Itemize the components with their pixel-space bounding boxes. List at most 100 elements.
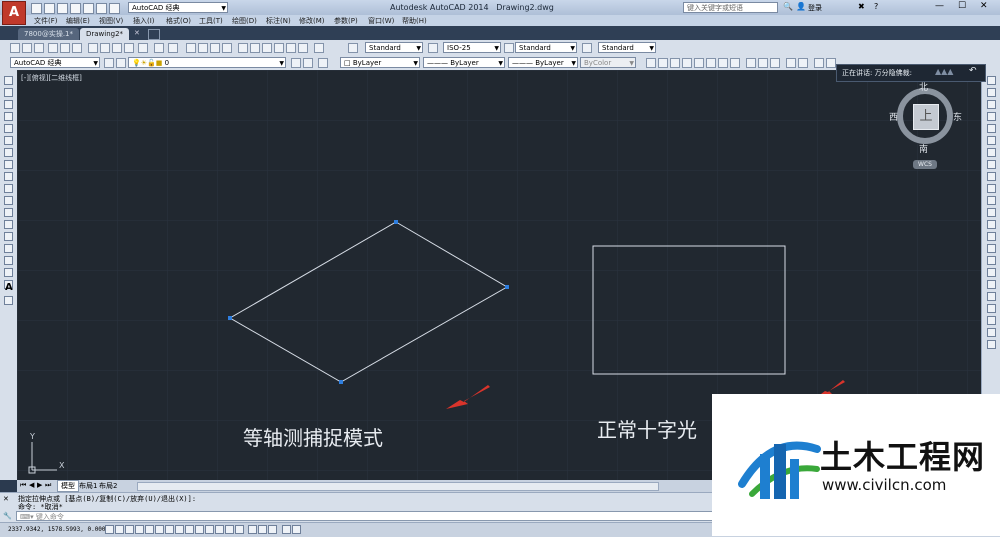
ellipse-arc-icon[interactable] — [4, 196, 13, 205]
copy-object-icon[interactable] — [987, 88, 996, 97]
trim-icon[interactable] — [987, 184, 996, 193]
draw-order-icon[interactable] — [987, 292, 996, 301]
dim-space-icon[interactable] — [786, 58, 796, 68]
layer-state-icon[interactable] — [318, 58, 328, 68]
save-icon[interactable] — [34, 43, 44, 53]
minimize-button[interactable]: — — [935, 1, 944, 11]
open-icon[interactable] — [22, 43, 32, 53]
properties-icon[interactable] — [238, 43, 248, 53]
spline-icon[interactable] — [4, 172, 13, 181]
explode-icon[interactable] — [987, 280, 996, 289]
viewport-controls[interactable]: [-][俯视][二维线框] — [21, 73, 82, 83]
mleader-style-select[interactable]: Standard ▼ — [598, 42, 656, 53]
add-selected-icon[interactable] — [4, 296, 13, 305]
gradient-icon[interactable] — [4, 256, 13, 265]
linetype-select[interactable]: ——— ByLayer ▼ — [423, 57, 505, 68]
print-icon[interactable] — [48, 43, 58, 53]
doc-tab-1[interactable]: 7800@实操.1* — [18, 28, 79, 40]
lineweight-toggle-icon[interactable] — [205, 525, 214, 534]
angular-dim-icon[interactable] — [730, 58, 740, 68]
new-icon[interactable] — [10, 43, 20, 53]
jogged-dim-icon[interactable] — [706, 58, 716, 68]
model-space-icon[interactable] — [248, 525, 257, 534]
tab-layout1[interactable]: 布局1 — [79, 481, 97, 491]
close-tab-icon[interactable]: ✕ — [134, 29, 140, 37]
block-editor-icon[interactable] — [138, 43, 148, 53]
save-icon[interactable] — [57, 3, 68, 14]
redo-icon[interactable] — [168, 43, 178, 53]
diameter-dim-icon[interactable] — [718, 58, 728, 68]
compass-south[interactable]: 南 — [919, 142, 928, 155]
compass-west[interactable]: 西 — [889, 110, 898, 123]
tab-nav-prev-icon[interactable]: ◀ — [29, 481, 34, 489]
dynamic-input-icon[interactable] — [195, 525, 204, 534]
hatch-icon[interactable] — [4, 244, 13, 253]
layer-properties-icon[interactable] — [116, 58, 126, 68]
insert-block-icon[interactable] — [4, 208, 13, 217]
aligned-dim-icon[interactable] — [658, 58, 668, 68]
redo-icon[interactable] — [109, 3, 120, 14]
back-icon[interactable]: ↶ — [969, 66, 977, 76]
help-icon[interactable] — [314, 43, 324, 53]
object-snap-tracking-icon[interactable] — [175, 525, 184, 534]
menu-format[interactable]: 格式(O) — [166, 16, 191, 26]
search-icon[interactable]: 🔍 — [783, 2, 793, 11]
chamfer-icon[interactable] — [987, 244, 996, 253]
extend-icon[interactable] — [987, 196, 996, 205]
circle-icon[interactable] — [4, 148, 13, 157]
cut-icon[interactable] — [88, 43, 98, 53]
menu-parametric[interactable]: 参数(P) — [334, 16, 358, 26]
command-close-icon[interactable]: ✕ — [3, 495, 9, 503]
move-icon[interactable] — [987, 136, 996, 145]
table-style-icon[interactable] — [504, 43, 514, 53]
fillet-icon[interactable] — [987, 256, 996, 265]
offset-icon[interactable] — [987, 112, 996, 121]
workspace-switcher[interactable]: AutoCAD 经典 ▼ — [128, 2, 228, 13]
grip-point[interactable] — [228, 316, 232, 320]
viewcube[interactable]: 上 北 南 东 西 WCS — [881, 82, 971, 192]
mleader-style-icon[interactable] — [582, 43, 592, 53]
customize-icon[interactable]: 🔧 — [3, 512, 12, 520]
linear-dim-icon[interactable] — [646, 58, 656, 68]
compass-east[interactable]: 东 — [953, 110, 962, 123]
arc-icon[interactable] — [4, 136, 13, 145]
table-style-select[interactable]: Standard ▼ — [515, 42, 577, 53]
open-icon[interactable] — [44, 3, 55, 14]
search-input[interactable]: 键入关键字或短语 — [683, 2, 778, 13]
ortho-mode-icon[interactable] — [135, 525, 144, 534]
user-icon[interactable]: 👤 — [796, 2, 806, 11]
quick-view-drawings-icon[interactable] — [268, 525, 277, 534]
tolerance-icon[interactable] — [814, 58, 824, 68]
markup-icon[interactable] — [286, 43, 296, 53]
sign-in-button[interactable]: 登录 — [808, 3, 822, 13]
blend-icon[interactable] — [987, 268, 996, 277]
make-block-icon[interactable] — [4, 220, 13, 229]
viewcube-top-face[interactable]: 上 — [913, 104, 939, 130]
scale-icon[interactable] — [987, 160, 996, 169]
stretch-icon[interactable] — [987, 172, 996, 181]
grip-point[interactable] — [339, 380, 343, 384]
print-icon[interactable] — [83, 3, 94, 14]
rectangle-icon[interactable] — [4, 124, 13, 133]
erase-icon[interactable] — [987, 76, 996, 85]
dim-style-select[interactable]: ISO-25 ▼ — [443, 42, 501, 53]
break-icon[interactable] — [987, 220, 996, 229]
menu-edit[interactable]: 编辑(E) — [66, 16, 90, 26]
color-select[interactable]: □ ByLayer ▼ — [340, 57, 420, 68]
workspace-select[interactable]: AutoCAD 经典 ▼ — [10, 57, 100, 68]
coordinates-readout[interactable]: 2337.9342, 1578.5993, 0.0000 — [8, 526, 109, 533]
rotate-icon[interactable] — [987, 148, 996, 157]
paste-icon[interactable] — [112, 43, 122, 53]
make-current-icon[interactable] — [291, 58, 301, 68]
menu-insert[interactable]: 插入(I) — [133, 16, 155, 26]
break-at-point-icon[interactable] — [987, 208, 996, 217]
grip-point[interactable] — [394, 220, 398, 224]
multiline-text-icon[interactable]: A — [5, 282, 13, 293]
layer-select[interactable]: 💡☀🔓■ 0 ▼ — [128, 57, 286, 68]
zoom-previous-icon[interactable] — [222, 43, 232, 53]
revision-cloud-icon[interactable] — [4, 160, 13, 169]
new-icon[interactable] — [31, 3, 42, 14]
grid-display-icon[interactable] — [125, 525, 134, 534]
menu-tools[interactable]: 工具(T) — [199, 16, 223, 26]
polar-tracking-icon[interactable] — [145, 525, 154, 534]
